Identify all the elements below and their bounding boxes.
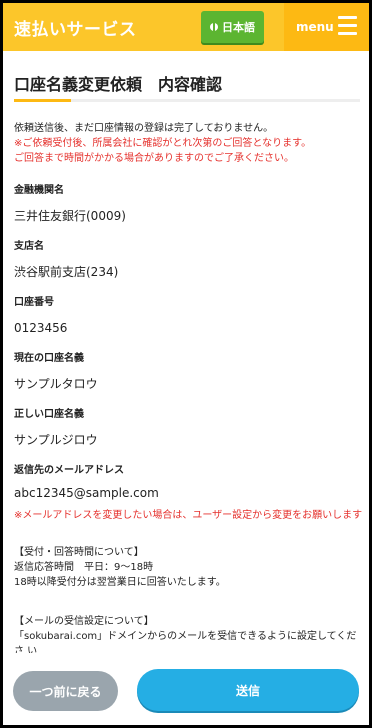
globe-icon xyxy=(210,23,218,31)
notice-line: 依頼送信後、まだ口座情報の登録は完了しておりません。 xyxy=(14,123,274,134)
notice-line-warning: ※ご依頼受付後、所属会社に確認がとれ次第のご回答となります。 xyxy=(14,138,312,149)
page-title: 口座名義変更依頼 内容確認 xyxy=(14,75,223,94)
hours-line: 返信応答時間 平日：9〜18時 xyxy=(14,562,154,573)
notice-line-warning: ご回答まで時間がかかる場合がありますのでご了承ください。 xyxy=(14,153,294,164)
bank-value: 三井住友銀行(0009) xyxy=(14,209,126,223)
brand-logo[interactable]: 速払いサービス xyxy=(14,15,137,40)
branch-label: 支店名 xyxy=(14,241,44,252)
hamburger-icon xyxy=(338,16,357,36)
title-accent-bar xyxy=(14,99,71,102)
email-note: ※メールアドレスを変更したい場合は、ユーザー設定から変更をお願いします xyxy=(14,510,363,521)
language-button-label: 日本語 xyxy=(222,21,255,34)
footer-actions: 一つ前に戻る 送信 xyxy=(3,653,369,725)
mail-settings-heading: 【メールの受信設定について】 xyxy=(14,616,154,627)
hours-heading: 【受付・回答時間について】 xyxy=(14,547,144,558)
account-number-value: 0123456 xyxy=(14,321,68,335)
branch-value: 渋谷駅前支店(234) xyxy=(14,265,119,279)
current-name-label: 現在の口座名義 xyxy=(14,353,84,364)
current-name-value: サンプルタロウ xyxy=(14,377,98,391)
account-number-label: 口座番号 xyxy=(14,297,54,308)
send-button[interactable]: 送信 xyxy=(137,669,359,711)
bank-label: 金融機関名 xyxy=(14,185,64,196)
reply-email-label: 返信先のメールアドレス xyxy=(14,465,124,476)
notice-block: 依頼送信後、まだ口座情報の登録は完了しておりません。 ※ご依頼受付後、所属会社に… xyxy=(14,121,364,166)
menu-button[interactable]: menu xyxy=(284,3,369,51)
language-button[interactable]: 日本語 xyxy=(201,11,264,43)
confirmation-content: 依頼送信後、まだ口座情報の登録は完了しておりません。 ※ご依頼受付後、所属会社に… xyxy=(14,121,364,659)
hours-block: 【受付・回答時間について】 返信応答時間 平日：9〜18時 18時以降受付分は翌… xyxy=(14,545,364,590)
reply-email-value: abc12345@sample.com xyxy=(14,486,159,500)
correct-name-label: 正しい口座名義 xyxy=(14,409,84,420)
correct-name-value: サンプルジロウ xyxy=(14,433,98,447)
hours-line: 18時以降受付分は翌営業日に回答いたします。 xyxy=(14,577,226,588)
menu-label: menu xyxy=(296,20,334,34)
screen: 速払いサービス 日本語 menu 口座名義変更依頼 内容確認 依頼送信後、まだ口… xyxy=(3,3,369,725)
back-button[interactable]: 一つ前に戻る xyxy=(13,671,118,711)
app-header: 速払いサービス 日本語 menu xyxy=(3,3,369,51)
